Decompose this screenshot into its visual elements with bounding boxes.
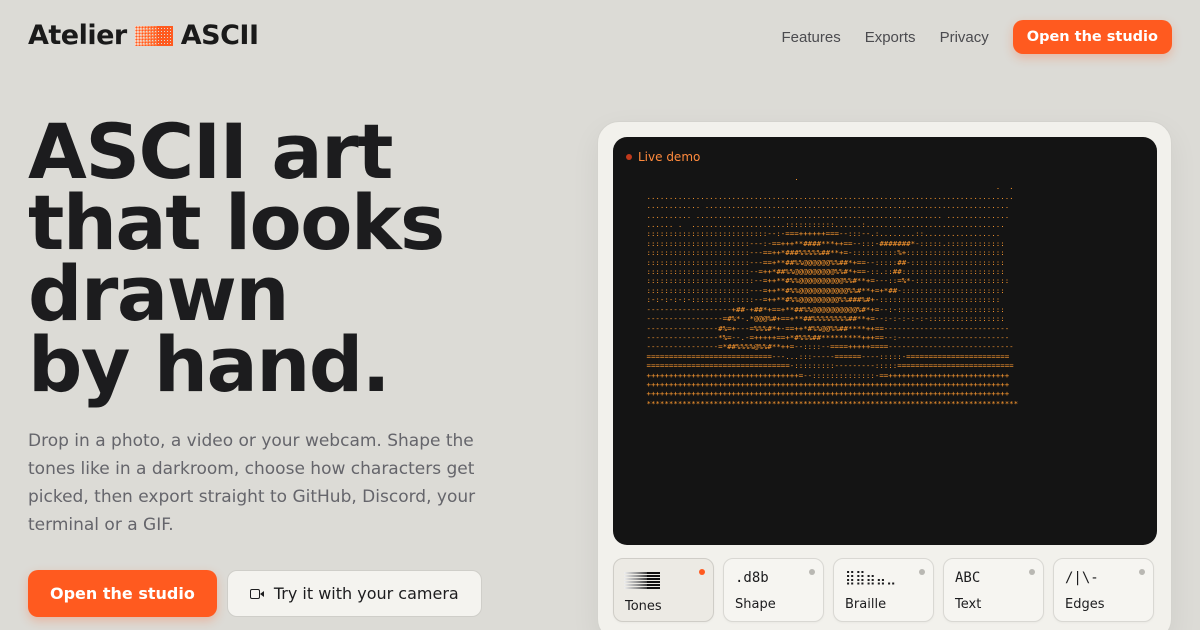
nav-link-exports[interactable]: Exports [865,29,916,46]
brand-mark-icon [134,25,173,46]
nav-link-privacy[interactable]: Privacy [940,29,989,46]
brand-logo[interactable]: Atelier ASCII [28,20,259,51]
mode-glyph: ⣿⣿⣶⣤⣀ [845,570,897,586]
hero-cta-row: Open the studio Try it with your camera [28,570,482,617]
indicator-dot [809,569,815,575]
hero-description: Drop in a photo, a video or your webcam.… [28,431,476,535]
mode-edges[interactable]: /|\- Edges [1053,558,1154,622]
mode-text[interactable]: ABC Text [943,558,1044,622]
nav-open-studio-button[interactable]: Open the studio [1012,20,1172,54]
mode-glyph: /|\- [1065,570,1099,586]
top-nav: Features Exports Privacy Open the studio [782,20,1172,54]
mode-label: Shape [735,597,776,612]
try-camera-button[interactable]: Try it with your camera [226,570,482,617]
ascii-preview-screen: Live demo . . . ........................… [613,137,1157,545]
tones-gradient-icon [624,571,660,589]
indicator-dot [1029,569,1035,575]
mode-glyph: .d8b [735,570,769,586]
live-demo-label: Live demo [638,150,701,164]
mode-shape[interactable]: .d8b Shape [723,558,824,622]
video-camera-icon [249,588,264,600]
hero-title-line: ASCII art [28,107,393,196]
live-demo-badge: Live demo [626,150,700,164]
mode-tones[interactable]: Tones [613,558,714,622]
hero-title: ASCII art that looks drawn by hand. [28,107,588,409]
open-studio-button[interactable]: Open the studio [28,570,217,617]
render-mode-selector: Tones .d8b Shape ⣿⣿⣶⣤⣀ Braille ABC Text … [613,558,1154,622]
mode-label: Text [955,597,982,612]
brand-name-left: Atelier [28,20,127,51]
mode-glyph: ABC [955,570,981,586]
indicator-dot [919,569,925,575]
brand-name-right: ASCII [180,20,259,51]
mode-label: Edges [1065,597,1105,612]
demo-panel: Live demo . . . ........................… [597,121,1172,630]
hero-title-line: that looks [28,178,445,267]
mode-label: Tones [625,599,662,614]
try-camera-label: Try it with your camera [273,584,459,603]
mode-braille[interactable]: ⣿⣿⣶⣤⣀ Braille [833,558,934,622]
hero-title-line: by hand. [28,320,391,409]
mode-label: Braille [845,597,887,612]
hero-title-line: drawn [28,249,289,338]
live-dot-icon [626,154,632,160]
nav-link-features[interactable]: Features [782,29,841,46]
ascii-art-output: . . . ..................................… [646,173,1019,408]
active-indicator-dot [699,569,705,575]
indicator-dot [1139,569,1145,575]
